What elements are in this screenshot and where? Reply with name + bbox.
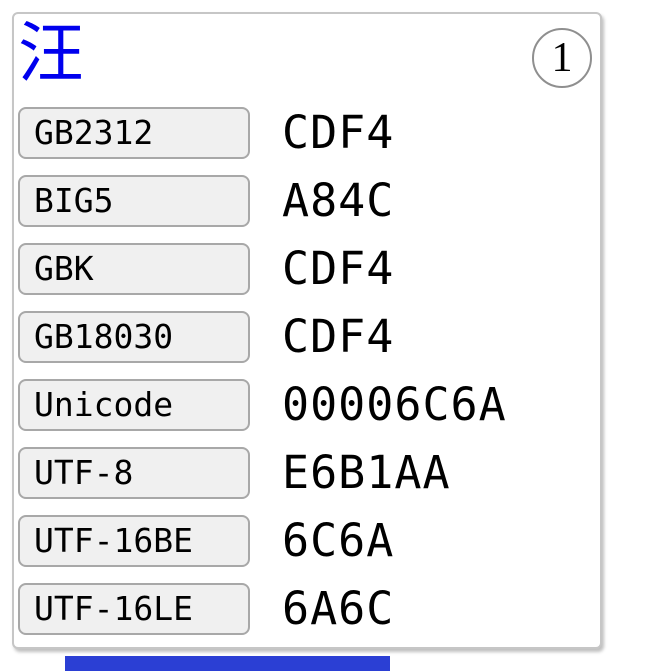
encoding-row: GB2312 CDF4 [18,106,507,159]
encoding-card: 汪 1 GB2312 CDF4 BIG5 A84C GBK CDF4 GB18030 CDF4… [12,12,602,649]
bottom-partial-element[interactable] [65,656,390,671]
encoding-label-box[interactable]: GB18030 [18,311,250,363]
encoding-label-box[interactable]: UTF-8 [18,447,250,499]
encoding-label-box[interactable]: GBK [18,243,250,295]
encoding-label: GBK [34,249,94,288]
encoding-label-box[interactable]: Unicode [18,379,250,431]
encoding-row: GB18030 CDF4 [18,310,507,363]
encoding-value: A84C [282,174,394,227]
encoding-value: 00006C6A [282,378,507,431]
encoding-row: Unicode 00006C6A [18,378,507,431]
encoding-label: UTF-16LE [34,589,193,628]
encoding-label-box[interactable]: BIG5 [18,175,250,227]
encoding-row: UTF-16BE 6C6A [18,514,507,567]
encoding-label: BIG5 [34,181,113,220]
encoding-row: GBK CDF4 [18,242,507,295]
encoding-label-box[interactable]: UTF-16BE [18,515,250,567]
encoding-label: GB18030 [34,317,173,356]
encoding-value: E6B1AA [282,446,451,499]
encoding-value: CDF4 [282,242,394,295]
encoding-rows: GB2312 CDF4 BIG5 A84C GBK CDF4 GB18030 CDF4 Unic… [18,106,507,635]
encoding-label: UTF-16BE [34,521,193,560]
encoding-row: BIG5 A84C [18,174,507,227]
encoding-label: Unicode [34,385,173,424]
encoding-row: UTF-8 E6B1AA [18,446,507,499]
encoding-value: CDF4 [282,106,394,159]
encoding-label-box[interactable]: UTF-16LE [18,583,250,635]
encoding-label: UTF-8 [34,453,133,492]
encoding-value: CDF4 [282,310,394,363]
encoding-label-box[interactable]: GB2312 [18,107,250,159]
page: 汪 1 GB2312 CDF4 BIG5 A84C GBK CDF4 GB18030 CDF4… [0,0,657,671]
encoding-row: UTF-16LE 6A6C [18,582,507,635]
encoding-value: 6A6C [282,582,394,635]
encoding-label: GB2312 [34,113,153,152]
encoding-value: 6C6A [282,514,394,567]
character-title: 汪 [18,18,84,91]
page-number-badge[interactable]: 1 [532,28,592,88]
